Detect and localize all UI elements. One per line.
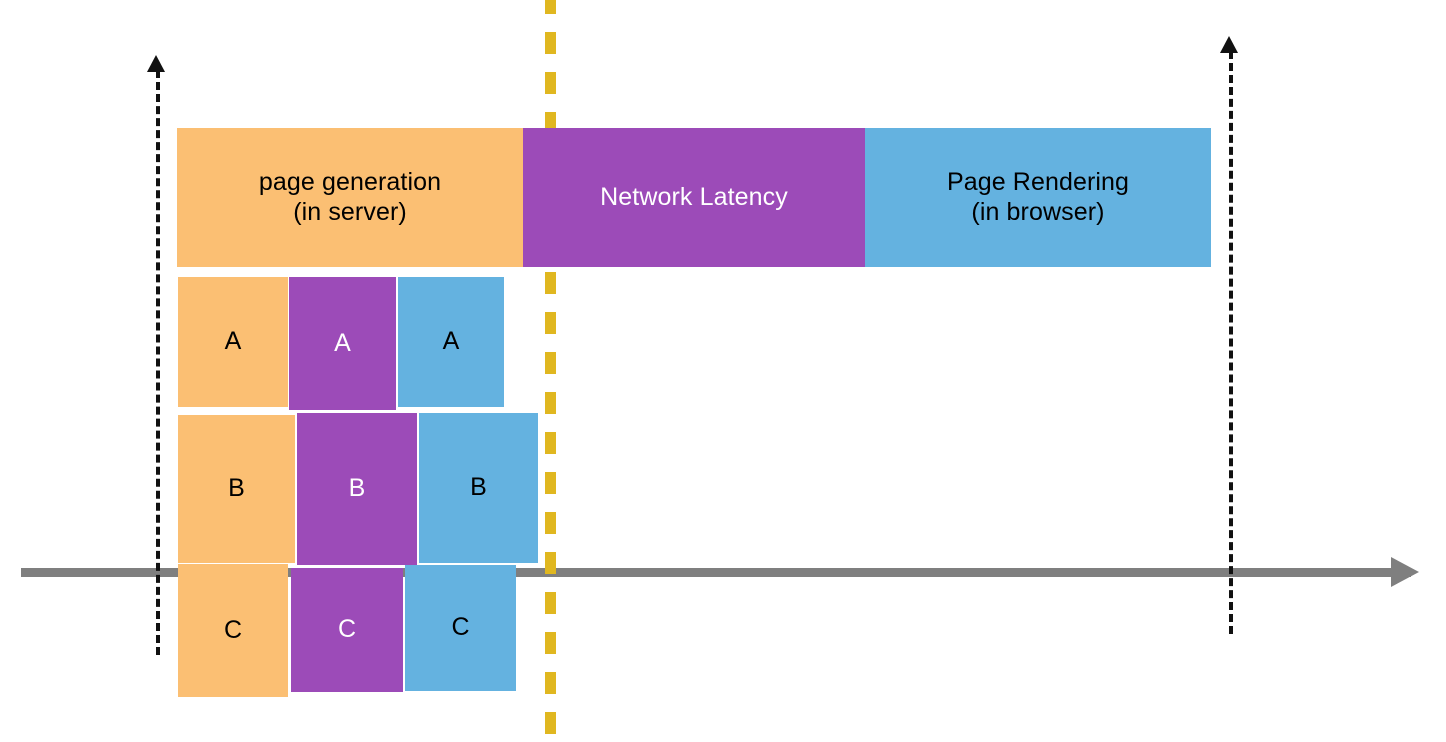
phase-bar-page-rendering[interactable]: Page Rendering (in browser): [865, 128, 1211, 267]
request-start-dashed-line: [156, 70, 160, 655]
request-end-dashed-line: [1229, 51, 1233, 634]
server-response-dashed-marker: [545, 0, 556, 742]
task-b-page-rendering-block[interactable]: B: [419, 413, 538, 563]
task-a-network-latency-block[interactable]: A: [289, 277, 396, 410]
task-b-page-generation-block[interactable]: B: [178, 415, 295, 563]
diagram-canvas: page generation (in server) Network Late…: [0, 0, 1446, 742]
phase-bar-network-latency[interactable]: Network Latency: [523, 128, 865, 267]
task-b-network-latency-block[interactable]: B: [297, 413, 417, 565]
task-c-network-latency-block[interactable]: C: [291, 568, 403, 692]
task-c-page-rendering-block[interactable]: C: [405, 565, 516, 691]
task-a-page-rendering-block[interactable]: A: [398, 277, 504, 407]
task-c-page-generation-block[interactable]: C: [178, 564, 288, 697]
time-axis-arrowhead: [1391, 557, 1419, 587]
task-a-page-generation-block[interactable]: A: [178, 277, 288, 407]
phase-bar-page-generation[interactable]: page generation (in server): [177, 128, 523, 267]
